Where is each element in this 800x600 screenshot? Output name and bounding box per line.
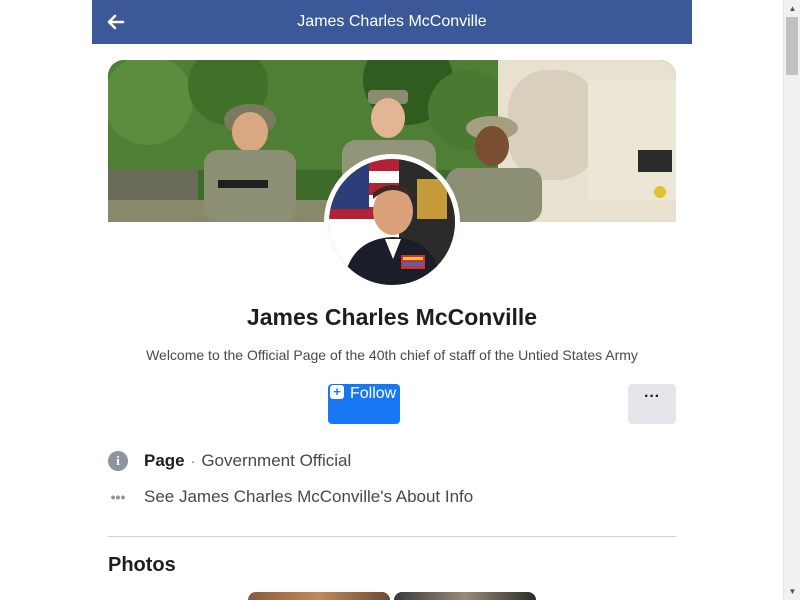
scrollbar-thumb[interactable]	[786, 17, 798, 75]
about-info-link[interactable]: ••• See James Charles McConville's About…	[108, 487, 474, 507]
scroll-up-arrow-icon[interactable]: ▲	[784, 0, 800, 17]
top-nav-bar: James Charles McConville	[92, 0, 692, 44]
profile-description: Welcome to the Official Page of the 40th…	[146, 347, 638, 363]
follow-button[interactable]: + Follow	[328, 384, 400, 424]
more-dots-icon: ···	[644, 388, 660, 405]
section-divider	[108, 536, 676, 537]
separator-dot: ·	[190, 453, 196, 469]
photo-thumbnail[interactable]	[394, 592, 536, 600]
photo-thumbnail[interactable]	[248, 592, 390, 600]
photos-heading: Photos	[108, 554, 176, 576]
more-horizontal-icon: •••	[110, 489, 126, 505]
vertical-scrollbar[interactable]: ▲ ▼	[783, 0, 800, 600]
page-category: Government Official	[201, 451, 352, 470]
more-options-button[interactable]: ···	[628, 384, 676, 424]
scroll-down-arrow-icon[interactable]: ▼	[784, 583, 800, 600]
about-info-label: See James Charles McConville's About Inf…	[144, 487, 474, 506]
profile-photo-image	[329, 159, 455, 285]
header-title: James Charles McConville	[297, 13, 487, 30]
profile-name: James Charles McConville	[246, 304, 538, 330]
page-category-row: i Page · Government Official	[108, 451, 351, 471]
page-type-label: Page	[144, 451, 185, 470]
follow-button-label: Follow	[350, 385, 397, 402]
page-viewport: James Charles McConville James Charles M…	[0, 0, 800, 600]
info-circle-icon: i	[108, 451, 128, 471]
back-arrow-icon[interactable]	[104, 11, 126, 33]
add-icon: +	[330, 385, 344, 399]
profile-avatar[interactable]	[324, 154, 460, 290]
